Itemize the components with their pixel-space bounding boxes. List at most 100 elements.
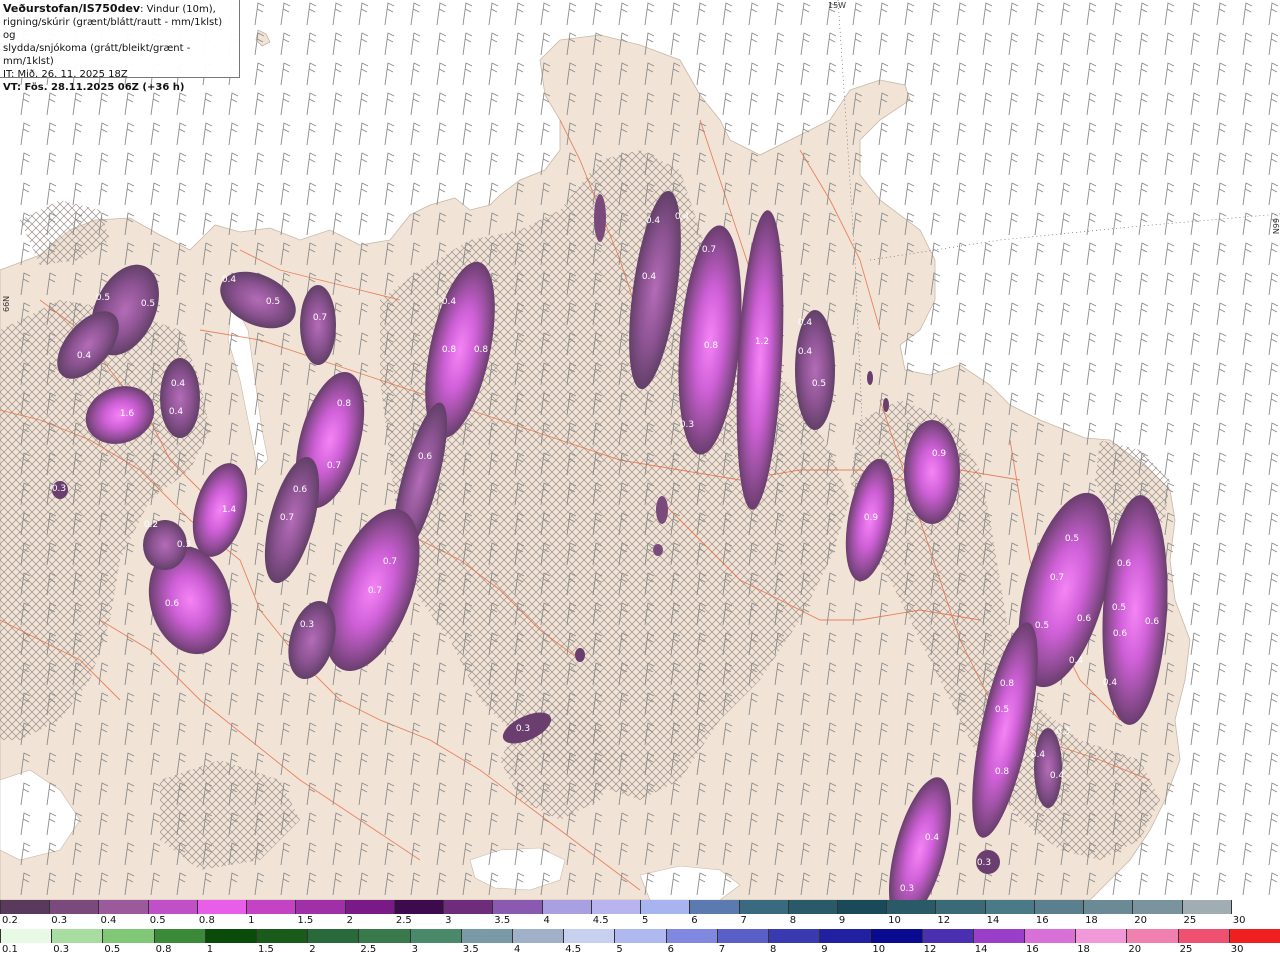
weather-map[interactable]: 0.5 0.5 0.4 0.4 0.4 1.6 0.4 0.5 0.7 0.8 0.7 0.6 0.7 0…	[0, 0, 1280, 900]
legend-tick-label: 2	[309, 944, 316, 955]
legend-tick-label: 5	[642, 915, 649, 926]
description-line2: rigning/skúrir (grænt/blátt/rautt - mm/1…	[3, 17, 223, 41]
precip-value-label: 0.3	[680, 420, 694, 430]
legend-swatch	[563, 929, 615, 943]
legend-tick-label: 4.5	[565, 944, 582, 955]
legend-swatch	[541, 900, 591, 914]
precip-value-label: 0.6	[418, 452, 433, 462]
precip-value-label: 0.3	[52, 484, 66, 494]
legend-tick-label: 0.8	[198, 915, 215, 926]
legend-swatch	[49, 900, 99, 914]
precip-value-label: 0.8	[442, 345, 457, 355]
legend-swatch	[921, 929, 973, 943]
precip-value-label: 0.4	[798, 318, 813, 328]
legend-swatch	[1024, 929, 1076, 943]
legend-tick-label: 25	[1179, 944, 1193, 955]
legend-swatch	[98, 900, 148, 914]
legend-swatch	[984, 900, 1034, 914]
precip-value-label: 0.5	[1035, 621, 1049, 631]
precip-value-label: 0.9	[932, 449, 947, 459]
precip-value-label: 0.7	[383, 557, 397, 567]
legend-swatch	[1083, 900, 1133, 914]
valid-time: VT: Fös. 28.11.2025 06Z (+36 h)	[3, 82, 185, 93]
legend-swatch	[935, 900, 985, 914]
legend-tick-label: 4	[514, 944, 521, 955]
legend-swatch	[836, 900, 887, 914]
precip-value-label: 0.6	[1113, 629, 1128, 639]
legend-tick-label: 25	[1183, 915, 1197, 926]
legend-swatch	[1033, 900, 1084, 914]
lat-label-right: 66N	[1271, 218, 1280, 235]
legend-swatch	[1075, 929, 1127, 943]
legend-tick-label: 14	[974, 944, 988, 955]
legend-swatch	[640, 900, 690, 914]
legend-tick-label: 14	[986, 915, 1000, 926]
precip-value-label: 0.4	[646, 216, 661, 226]
legend-swatch	[716, 929, 769, 943]
legend-tick-label: 5	[616, 944, 623, 955]
precip-value-label: 0.2	[144, 520, 158, 530]
legend-tick-label: 2.5	[395, 915, 412, 926]
precip-value-label: 0.5	[1065, 534, 1079, 544]
precip-value-label: 0.6	[293, 485, 308, 495]
precip-value-label: 0.4	[1031, 750, 1046, 760]
legend-swatch	[972, 929, 1025, 943]
precip-value-label: 0.9	[864, 513, 879, 523]
precip-value-label: 1.6	[120, 409, 135, 419]
legend-tick-label: 30	[1230, 944, 1244, 955]
legend-tick-label: 1	[248, 915, 255, 926]
legend-snow-swatches	[0, 900, 1280, 914]
precip-value-label: 0.5	[96, 293, 110, 303]
precip-value-label: 0.6	[1117, 559, 1132, 569]
legend-tick-label: 0.2	[2, 915, 18, 926]
description-line3: slydda/snjókoma (grátt/bleikt/grænt - mm…	[3, 43, 191, 67]
precip-value-label: 0.4	[798, 347, 813, 357]
precip-value-label: 0.5	[995, 705, 1009, 715]
legend-tick-label: 4	[543, 915, 550, 926]
precip-value-label: 0.4	[77, 351, 92, 361]
precip-value-label: 0.7	[368, 586, 382, 596]
precip-value-label: 0.7	[702, 245, 716, 255]
legend-swatch	[102, 929, 154, 943]
legend-tick-label: 0.1	[2, 944, 18, 955]
info-box: Veðurstofan/IS750dev: Vindur (10m), rign…	[0, 0, 240, 93]
precip-value-label: 0.3	[1056, 727, 1070, 737]
legend-tick-label: 0.3	[51, 915, 68, 926]
precip-value-label: 0.4	[675, 212, 690, 222]
legend-tick-label: 0.5	[104, 944, 121, 955]
precip-value-label: 0.4	[642, 272, 657, 282]
legend-swatch	[256, 929, 308, 943]
legend-swatch	[689, 900, 739, 914]
precip-value-label: 0.4	[1069, 656, 1084, 666]
precip-value-label: 0.7	[327, 461, 341, 471]
legend-tick-label: 2	[346, 915, 353, 926]
legend-snow: 0.2 0.3 0.4 0.5 0.8 1 1.5 2 2.5 3 3.5 4 4.5 5 6 7 8 9 10 12…	[0, 900, 1280, 929]
legend-tick-label: 10	[872, 944, 886, 955]
precip-value-label: 0.8	[995, 767, 1010, 777]
precip-value-label: 0.5	[141, 299, 155, 309]
legend-swatch	[1230, 900, 1280, 914]
legend-tick-label: 1.5	[258, 944, 274, 955]
precip-value-label: 0.7	[1050, 573, 1064, 583]
legend-swatch	[460, 929, 513, 943]
legend-tick-label: 18	[1077, 944, 1090, 955]
legend-swatch	[358, 929, 410, 943]
legend-tick-label: 12	[937, 915, 951, 926]
precip-value-label: 0.6	[165, 599, 180, 609]
lat-label-left: 66N	[2, 295, 11, 312]
legend-swatch	[204, 929, 257, 943]
description-line1: : Vindur (10m),	[140, 4, 216, 15]
legend-swatch	[768, 929, 820, 943]
legend-tick-label: 0.8	[155, 944, 172, 955]
legend-swatch	[870, 929, 922, 943]
legend-swatch	[0, 929, 52, 943]
precip-value-label: 0.6	[1077, 614, 1092, 624]
precip-value-label: 0.4	[171, 379, 186, 389]
legend-tick-label: 12	[923, 944, 937, 955]
legend-tick-label: 9	[821, 944, 828, 955]
precip-value-label: 1.4	[222, 505, 237, 515]
legend-swatch	[590, 900, 641, 914]
legend-swatch	[512, 929, 564, 943]
legend-swatch	[1126, 929, 1178, 943]
legend-rain-ticks: 0.1 0.3 0.5 0.8 1 1.5 2 2.5 3 3.5 4 4.5 5 6 7 8 9 10 12 14 1…	[0, 944, 1280, 958]
